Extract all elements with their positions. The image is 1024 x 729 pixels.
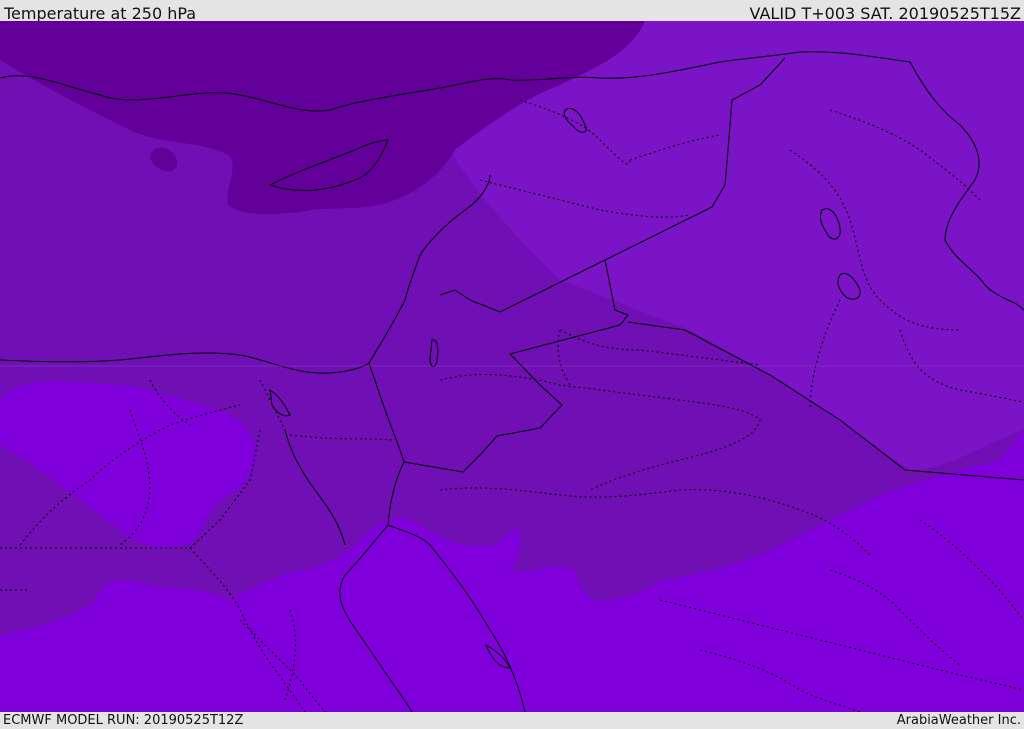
header-bar: Temperature at 250 hPa VALID T+003 SAT. … xyxy=(0,0,1024,23)
model-run-label: ECMWF MODEL RUN: 20190525T12Z xyxy=(3,713,244,728)
footer-bar: ECMWF MODEL RUN: 20190525T12Z ArabiaWeat… xyxy=(0,712,1024,729)
temperature-map[interactable] xyxy=(0,21,1024,712)
credit-label: ArabiaWeather Inc. xyxy=(896,713,1021,728)
